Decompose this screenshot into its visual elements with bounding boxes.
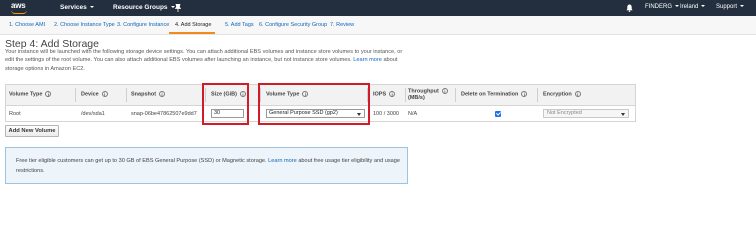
- cell-device: /dev/sda1: [81, 111, 105, 117]
- column-divider: [126, 88, 127, 102]
- col-header-encryption: Encryption i: [543, 91, 581, 97]
- tab-choose-ami[interactable]: 1. Choose AMI: [9, 22, 45, 28]
- top-nav-bar: aws Services Resource Groups FINDERG Ire…: [0, 0, 756, 16]
- info-icon[interactable]: i: [389, 91, 396, 97]
- column-divider: [537, 88, 538, 102]
- col-header-throughput: Throughput i (MB/s): [408, 88, 448, 101]
- region-label: Ireland: [680, 4, 699, 10]
- aws-logo-text: aws: [11, 1, 26, 10]
- col-header-iops: IOPS i: [373, 91, 396, 98]
- info-text: Free tier eligible customers can get up …: [16, 158, 269, 164]
- volume-type-highlight-box: [258, 83, 370, 125]
- col-label: Volume Type: [9, 91, 43, 98]
- cell-throughput: N/A: [408, 111, 418, 117]
- col-label: Encryption: [543, 91, 572, 98]
- encryption-select[interactable]: Not Encrypted: [543, 109, 629, 118]
- info-icon[interactable]: i: [574, 91, 581, 97]
- chevron-down-icon: [675, 5, 679, 8]
- add-new-volume-button[interactable]: Add New Volume: [5, 125, 59, 137]
- free-tier-info-text: Free tier eligible customers can get up …: [16, 157, 401, 176]
- bell-icon[interactable]: [626, 4, 633, 12]
- column-divider: [455, 88, 456, 102]
- col-header-device: Device i: [81, 91, 108, 97]
- aws-smile-icon: [11, 10, 27, 14]
- wizard-steps: 1. Choose AMI 2. Choose Instance Type 3.…: [0, 16, 756, 35]
- chevron-down-icon: [170, 6, 175, 9]
- delete-on-termination-checkbox[interactable]: [495, 111, 501, 117]
- chevron-down-icon: [701, 5, 706, 8]
- tab-configure-security-group[interactable]: 6. Configure Security Group: [259, 22, 327, 28]
- encryption-value: Not Encrypted: [547, 110, 582, 116]
- tab-add-tags[interactable]: 5. Add Tags: [225, 22, 254, 28]
- info-icon[interactable]: i: [521, 91, 528, 97]
- support-label: Support: [716, 4, 738, 10]
- col-header-volume-type: Volume Type i: [9, 91, 52, 98]
- col-header-snapshot: Snapshot i: [131, 91, 166, 98]
- col-header-delete-on-termination: Delete on Termination i: [461, 91, 528, 98]
- col-label: IOPS: [373, 91, 387, 98]
- learn-more-link[interactable]: Learn more: [353, 57, 382, 63]
- aws-logo[interactable]: aws: [9, 1, 35, 15]
- account-label: FINDERG: [645, 4, 672, 10]
- col-label-unit: (MB/s): [408, 94, 425, 101]
- chevron-down-icon: [89, 6, 94, 9]
- cell-iops: 100 / 3000: [373, 111, 399, 117]
- cell-volume-type: Root: [9, 111, 21, 117]
- info-icon[interactable]: i: [441, 88, 448, 94]
- tab-review[interactable]: 7. Review: [330, 22, 354, 28]
- resource-groups-label: Resource Groups: [113, 4, 168, 11]
- tab-add-storage[interactable]: 4. Add Storage: [175, 22, 211, 28]
- active-tab-indicator: [169, 32, 215, 34]
- info-icon[interactable]: i: [45, 91, 52, 97]
- size-highlight-box: [202, 83, 249, 125]
- page-description: Your instance will be launched with the …: [5, 48, 405, 73]
- column-divider: [405, 88, 406, 102]
- chevron-down-icon: [621, 112, 625, 116]
- resource-groups-menu[interactable]: Resource Groups: [113, 4, 175, 11]
- chevron-down-icon: [740, 5, 745, 8]
- account-menu[interactable]: FINDERG: [645, 4, 679, 10]
- col-label: Snapshot: [131, 91, 157, 98]
- pin-icon[interactable]: [175, 4, 181, 12]
- services-menu[interactable]: Services: [60, 4, 94, 11]
- col-label: Device: [81, 91, 99, 98]
- description-text: Your instance will be launched with the …: [5, 49, 403, 64]
- cell-snapshot: snap-06be47862507e9dd7: [131, 111, 197, 117]
- column-divider: [75, 88, 76, 102]
- tab-configure-instance[interactable]: 3. Configure Instance: [117, 22, 169, 28]
- region-menu[interactable]: Ireland: [680, 4, 706, 10]
- col-label: Delete on Termination: [461, 91, 519, 98]
- support-menu[interactable]: Support: [716, 4, 745, 10]
- services-label: Services: [60, 4, 87, 11]
- col-label: Throughput: [408, 88, 439, 95]
- info-learn-more-link[interactable]: Learn more: [268, 158, 297, 164]
- info-icon[interactable]: i: [101, 91, 108, 97]
- info-icon[interactable]: i: [159, 91, 166, 97]
- tab-choose-instance-type[interactable]: 2. Choose Instance Type: [54, 22, 115, 28]
- free-tier-info-box: Free tier eligible customers can get up …: [5, 147, 408, 184]
